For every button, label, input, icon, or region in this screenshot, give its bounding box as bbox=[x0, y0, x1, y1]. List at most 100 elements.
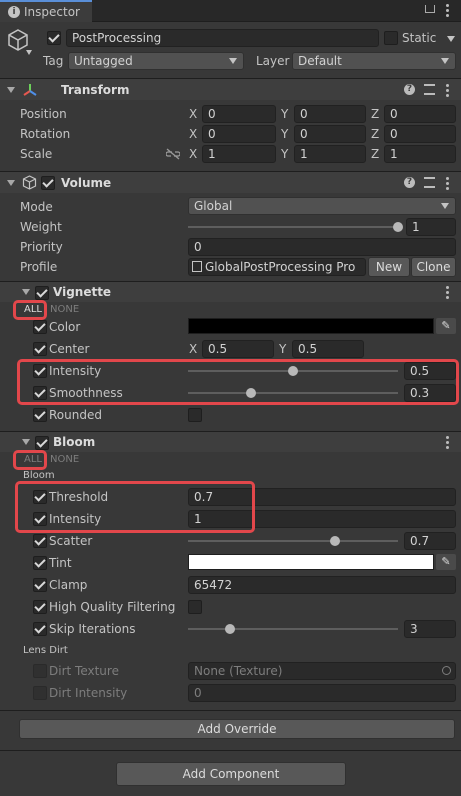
skip-iterations-override-checkbox[interactable] bbox=[33, 622, 47, 636]
profile-field[interactable]: GlobalPostProcessing Pro bbox=[188, 258, 366, 276]
eyedropper-icon[interactable]: ✎ bbox=[436, 554, 456, 570]
clamp-field[interactable]: 65472 bbox=[188, 576, 456, 594]
dirt-intensity-override-checkbox[interactable] bbox=[33, 686, 47, 700]
bloom-none-toggle[interactable]: NONE bbox=[50, 452, 79, 468]
add-override-button[interactable]: Add Override bbox=[19, 719, 455, 739]
axis-x-label: X bbox=[189, 107, 198, 121]
weight-slider-track[interactable] bbox=[188, 226, 399, 228]
foldout-arrow-icon[interactable] bbox=[7, 87, 15, 93]
help-icon[interactable]: ? bbox=[404, 177, 415, 188]
center-x-field[interactable]: 0.5 bbox=[202, 340, 274, 358]
skip-iterations-field[interactable]: 3 bbox=[404, 620, 456, 638]
vignette-none-toggle[interactable]: NONE bbox=[50, 302, 79, 318]
dirt-intensity-label: Dirt Intensity bbox=[49, 686, 128, 700]
layer-dropdown[interactable]: Default bbox=[292, 52, 456, 70]
scale-x-field[interactable]: 1 bbox=[202, 145, 276, 163]
profile-label: Profile bbox=[20, 260, 58, 274]
bloom-enabled-checkbox[interactable] bbox=[35, 436, 49, 450]
clone-profile-button[interactable]: Clone bbox=[411, 257, 456, 277]
object-name-field[interactable]: PostProcessing bbox=[66, 29, 379, 47]
eyedropper-icon[interactable]: ✎ bbox=[436, 318, 456, 334]
object-picker-icon[interactable] bbox=[442, 666, 451, 675]
help-icon[interactable]: ? bbox=[404, 84, 415, 95]
rounded-checkbox[interactable] bbox=[188, 408, 202, 422]
tag-dropdown[interactable]: Untagged bbox=[68, 52, 244, 70]
axis-y-label: Y bbox=[281, 147, 289, 161]
weight-slider-thumb[interactable] bbox=[393, 222, 403, 232]
weight-field[interactable]: 1 bbox=[406, 218, 456, 236]
rotation-x-field[interactable]: 0 bbox=[202, 125, 276, 143]
volume-title: Volume bbox=[61, 176, 112, 190]
scale-z-field[interactable]: 1 bbox=[384, 145, 456, 163]
add-component-button[interactable]: Add Component bbox=[116, 762, 346, 786]
color-label: Color bbox=[49, 320, 81, 334]
vignette-color-swatch[interactable] bbox=[188, 318, 434, 334]
scatter-label: Scatter bbox=[49, 534, 93, 548]
preset-sliders-icon[interactable] bbox=[424, 177, 435, 188]
hq-filtering-checkbox[interactable] bbox=[188, 600, 202, 614]
volume-header[interactable]: Volume ? bbox=[0, 171, 461, 193]
lock-icon[interactable] bbox=[425, 5, 435, 13]
foldout-arrow-icon[interactable] bbox=[22, 439, 30, 445]
dirt-texture-field[interactable]: None (Texture) bbox=[188, 662, 456, 680]
dirt-intensity-field[interactable]: 0 bbox=[188, 684, 456, 702]
preset-sliders-icon[interactable] bbox=[424, 84, 435, 95]
rotation-z-field[interactable]: 0 bbox=[384, 125, 456, 143]
new-profile-button[interactable]: New bbox=[368, 257, 410, 277]
skip-iterations-slider-thumb[interactable] bbox=[225, 624, 235, 634]
clamp-override-checkbox[interactable] bbox=[33, 578, 47, 592]
mode-label: Mode bbox=[20, 200, 53, 214]
transform-header[interactable]: Transform ? bbox=[0, 78, 461, 100]
volume-component-icon bbox=[22, 175, 37, 190]
position-x-field[interactable]: 0 bbox=[202, 105, 276, 123]
center-y-field[interactable]: 0.5 bbox=[292, 340, 364, 358]
context-menu-icon[interactable] bbox=[446, 286, 449, 301]
tab-bar: i Inspector bbox=[0, 0, 461, 22]
skip-iterations-label: Skip Iterations bbox=[49, 622, 136, 636]
transform-axes-icon bbox=[23, 84, 37, 96]
tint-label: Tint bbox=[49, 556, 72, 570]
rounded-override-checkbox[interactable] bbox=[33, 408, 47, 422]
position-y-field[interactable]: 0 bbox=[294, 105, 366, 123]
prefab-dropdown-icon[interactable] bbox=[26, 50, 32, 55]
tag-label: Tag bbox=[43, 54, 64, 68]
rotation-y-field[interactable]: 0 bbox=[294, 125, 366, 143]
tint-color-swatch[interactable] bbox=[188, 554, 434, 570]
tint-override-checkbox[interactable] bbox=[33, 556, 47, 570]
skip-iterations-slider-track[interactable] bbox=[188, 628, 398, 630]
tab-inspector[interactable]: i Inspector bbox=[0, 0, 92, 22]
foldout-arrow-icon[interactable] bbox=[22, 289, 30, 295]
chevron-down-icon bbox=[441, 58, 449, 64]
scatter-slider-thumb[interactable] bbox=[330, 536, 340, 546]
vignette-header[interactable]: Vignette bbox=[0, 281, 461, 302]
scale-label: Scale bbox=[20, 147, 53, 161]
context-menu-icon[interactable] bbox=[446, 436, 449, 451]
context-menu-icon[interactable] bbox=[446, 177, 449, 192]
active-checkbox[interactable] bbox=[47, 31, 61, 45]
scatter-slider-track[interactable] bbox=[188, 540, 398, 542]
axis-z-label: Z bbox=[371, 147, 380, 161]
hq-filtering-override-checkbox[interactable] bbox=[33, 600, 47, 614]
color-override-checkbox[interactable] bbox=[33, 320, 47, 334]
position-z-field[interactable]: 0 bbox=[384, 105, 456, 123]
priority-field[interactable]: 0 bbox=[188, 238, 456, 256]
context-menu-icon[interactable] bbox=[446, 84, 449, 99]
scatter-field[interactable]: 0.7 bbox=[404, 532, 456, 550]
gameobject-cube-icon[interactable] bbox=[6, 28, 30, 52]
static-dropdown-icon[interactable] bbox=[447, 36, 455, 42]
vignette-enabled-checkbox[interactable] bbox=[35, 286, 49, 300]
vignette-title: Vignette bbox=[53, 285, 112, 299]
bloom-header[interactable]: Bloom bbox=[0, 431, 461, 452]
center-override-checkbox[interactable] bbox=[33, 342, 47, 356]
static-checkbox[interactable] bbox=[384, 31, 398, 45]
more-icon[interactable] bbox=[446, 4, 449, 19]
mode-dropdown[interactable]: Global bbox=[188, 197, 456, 215]
volume-enabled-checkbox[interactable] bbox=[41, 176, 55, 190]
scatter-override-checkbox[interactable] bbox=[33, 534, 47, 548]
constrain-proportions-icon[interactable] bbox=[166, 148, 180, 160]
scale-y-field[interactable]: 1 bbox=[294, 145, 366, 163]
axis-z-label: Z bbox=[371, 107, 380, 121]
dirt-texture-override-checkbox[interactable] bbox=[33, 664, 47, 678]
profile-value: GlobalPostProcessing Pro bbox=[205, 260, 356, 274]
foldout-arrow-icon[interactable] bbox=[7, 180, 15, 186]
